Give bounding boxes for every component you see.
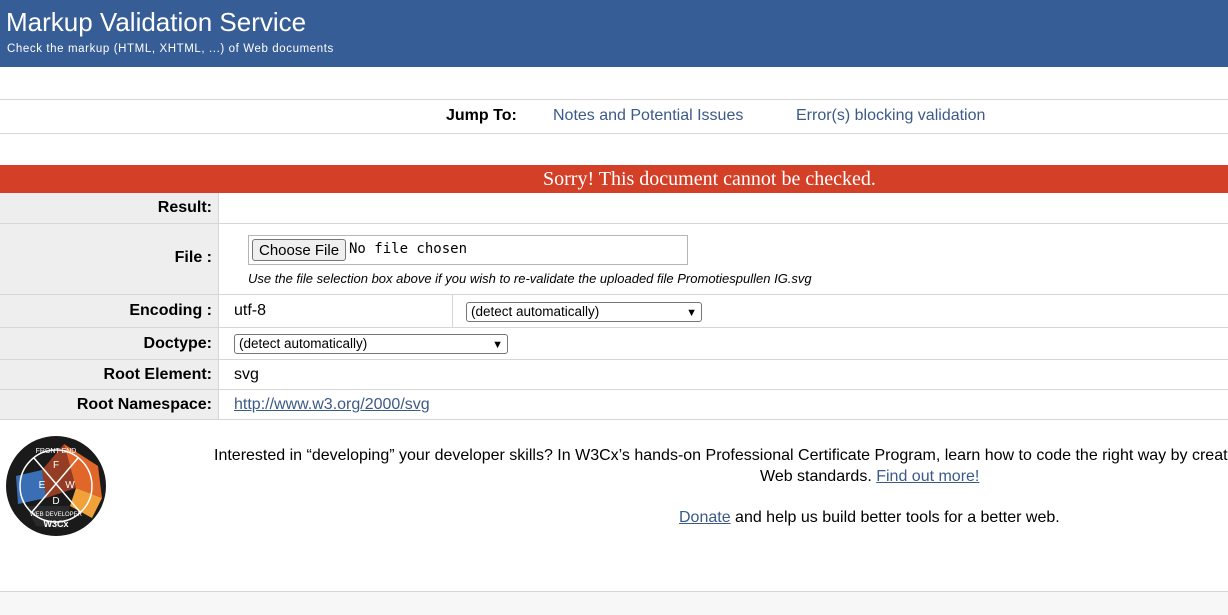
donate-text: and help us build better tools for a bet… [730,509,1060,526]
file-note: Use the file selection box above if you … [248,271,812,286]
site-title[interactable]: Markup Validation Service [6,7,306,38]
root-namespace-label: Root Namespace: [76,396,212,413]
donate-line: Donate and help us build better tools fo… [679,509,1060,527]
file-label: File : [174,249,212,266]
encoding-value: utf-8 [234,302,267,319]
encoding-divider [452,295,453,327]
error-banner: Sorry! This document cannot be checked. [0,165,1228,193]
badge-bottom-text: WEB DEVELOPER [30,512,83,518]
file-status-text: No file chosen [349,241,468,257]
encoding-label: Encoding : [129,302,212,319]
jump-link-notes[interactable]: Notes and Potential Issues [553,107,743,125]
encoding-select-value: (detect automatically) [471,304,600,319]
result-label-cell: Result: [0,193,219,223]
find-out-more-link[interactable]: Find out more! [876,468,979,485]
choose-file-button[interactable]: Choose File [252,239,347,261]
chevron-down-icon: ▼ [686,307,697,319]
result-row: Result: [0,193,1228,224]
promo-text: Interested in “developing” your develope… [214,447,1228,464]
badge-letter-f: F [53,460,59,471]
chevron-down-icon: ▼ [492,339,503,351]
root-element-row: Root Element: [0,360,1228,390]
encoding-select[interactable]: (detect automatically) ▼ [466,302,702,322]
donate-link[interactable]: Donate [679,509,731,526]
promo-line-2-text: Web standards. [760,468,877,485]
badge-letter-w: W [65,480,75,491]
jump-to-label: Jump To: [446,107,517,124]
root-element-label: Root Element: [103,366,212,383]
promo-line-2: Web standards. Find out more! [760,468,979,486]
doctype-select[interactable]: (detect automatically) ▼ [234,334,508,354]
file-label-cell: File : [0,224,219,294]
site-header: Markup Validation Service Check the mark… [0,0,1228,67]
jump-bar: Jump To: Notes and Potential Issues Erro… [0,99,1228,134]
root-namespace-row: Root Namespace: [0,390,1228,420]
file-input[interactable]: Choose File No file chosen [248,235,688,265]
badge-letter-e: E [39,480,46,491]
doctype-label-cell: Doctype: [0,328,219,359]
root-namespace-link[interactable]: http://www.w3.org/2000/svg [234,396,430,414]
w3cx-badge-icon[interactable]: FRONT END F E W D WEB DEVELOPER W3Cx [6,436,106,536]
badge-top-text: FRONT END [36,448,77,455]
site-subtitle: Check the markup (HTML, XHTML, ...) of W… [7,43,334,55]
doctype-row: Doctype: [0,328,1228,360]
jump-link-errors[interactable]: Error(s) blocking validation [796,107,985,125]
badge-brand: W3Cx [43,519,68,529]
doctype-select-value: (detect automatically) [239,336,368,351]
root-namespace-label-cell: Root Namespace: [0,390,219,419]
root-element-value: svg [234,366,259,383]
result-label: Result: [157,199,212,216]
error-banner-text: Sorry! This document cannot be checked. [543,168,876,190]
root-element-label-cell: Root Element: [0,360,219,389]
footer [0,591,1228,615]
doctype-label: Doctype: [143,335,212,352]
badge-letter-d: D [52,496,59,507]
encoding-label-cell: Encoding : [0,295,219,327]
